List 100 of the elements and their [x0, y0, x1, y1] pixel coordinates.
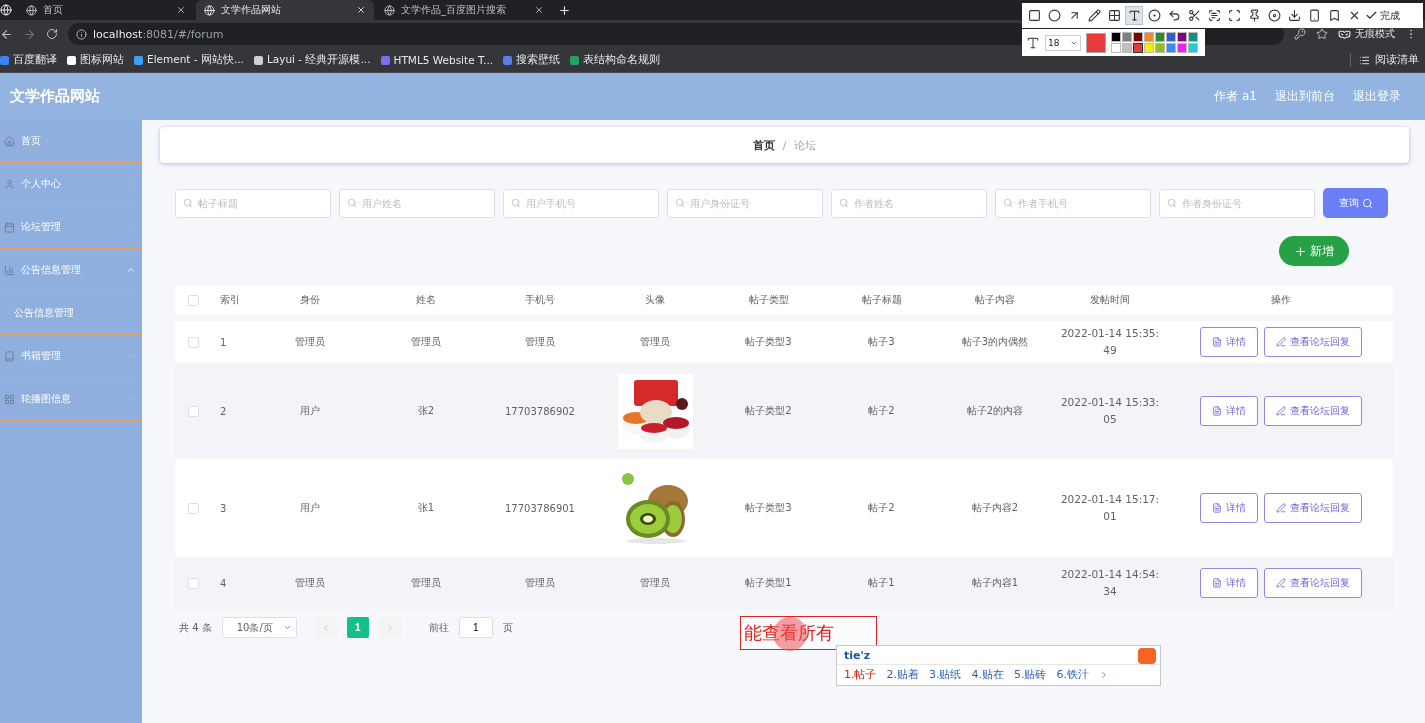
row-checkbox[interactable] [188, 577, 199, 589]
color-swatch[interactable] [1144, 32, 1154, 42]
bookmark-item[interactable]: Layui - 经典开源模... [253, 53, 371, 67]
column-header: 帖子标题 [860, 293, 903, 307]
page-input[interactable]: 1 [458, 617, 493, 638]
color-swatch[interactable] [1111, 43, 1121, 53]
color-swatch[interactable] [1144, 43, 1154, 53]
new-tab-icon[interactable] [558, 3, 571, 17]
table-cell-text: 帖子类型1 [744, 576, 793, 590]
color-swatch[interactable] [1111, 32, 1121, 42]
table-cell-text: 帖子3 [867, 335, 896, 349]
search-field[interactable]: 用户身份证号 [667, 188, 823, 218]
incognito-badge[interactable]: 无痕模式 [1338, 27, 1395, 41]
bookmark-item[interactable]: Element - 网站快... [134, 53, 244, 67]
close-icon[interactable] [176, 5, 186, 15]
key-icon[interactable] [1294, 28, 1306, 40]
color-swatch[interactable] [1133, 32, 1143, 42]
browser-tab[interactable]: 文学作品_百度图片搜索 [376, 0, 552, 20]
color-swatch[interactable] [1166, 32, 1176, 42]
table-cell-text: 3 [219, 502, 228, 514]
table-cell-text: 4 [219, 577, 228, 589]
search-field[interactable]: 作者身份证号 [1159, 188, 1315, 218]
done-button[interactable]: 完成 [1365, 8, 1400, 23]
record-icon[interactable] [1265, 6, 1283, 25]
list-icon [1359, 54, 1370, 66]
view-replies-button[interactable]: 查看论坛回复 [1263, 568, 1362, 598]
ime-candidate[interactable]: 2.贴着 [886, 667, 919, 682]
back-icon[interactable] [0, 27, 13, 41]
column-header: 头像 [644, 293, 666, 307]
bookmark-item[interactable]: 图标网站 [67, 53, 124, 67]
current-color-swatch[interactable] [1086, 32, 1106, 53]
breadcrumb-link[interactable]: 首页 [752, 137, 775, 153]
pencil-icon[interactable] [1085, 6, 1103, 25]
search-field[interactable]: 作者姓名 [831, 188, 987, 218]
details-button[interactable]: 详情 [1199, 568, 1258, 598]
select-all-checkbox[interactable] [188, 294, 199, 306]
bookmark-item[interactable]: HTML5 Website T... [380, 54, 494, 66]
color-swatch[interactable] [1166, 43, 1176, 53]
document-icon [1211, 578, 1222, 588]
table-cell-text: 张1 [416, 501, 436, 515]
color-swatch[interactable] [1177, 43, 1187, 53]
font-size-select[interactable]: 18 [1045, 34, 1081, 51]
bookmark-item[interactable]: 百度翻译 [0, 53, 57, 67]
document-icon [1211, 406, 1222, 416]
page-size-select[interactable]: 10条/页 [221, 617, 297, 638]
close-icon[interactable] [534, 5, 544, 15]
color-swatch[interactable] [1188, 32, 1198, 42]
bookmark-item[interactable]: 表结构命名规则 [570, 53, 661, 67]
color-swatch[interactable] [1122, 32, 1132, 42]
query-button[interactable]: 查询 [1323, 188, 1388, 218]
table-cell-text: 管理员 [294, 335, 326, 349]
ime-candidate[interactable]: 4.贴在 [971, 667, 1004, 682]
details-button[interactable]: 详情 [1199, 396, 1258, 426]
pen-icon [1275, 337, 1286, 347]
table-cell-text: 2022-01-14 15:33:05 [1059, 395, 1161, 427]
add-button[interactable]: 新增 [1279, 236, 1349, 266]
search-field[interactable]: 用户姓名 [339, 188, 495, 218]
book-icon [4, 350, 15, 362]
close-icon[interactable] [356, 5, 366, 15]
search-field[interactable]: 作者手机号 [995, 188, 1151, 218]
details-button[interactable]: 详情 [1199, 493, 1258, 523]
reload-icon[interactable] [46, 28, 58, 40]
ime-logo-icon [1138, 648, 1156, 664]
search-field[interactable]: 用户手机号 [503, 188, 659, 218]
table-cell-text: 17703786902 [504, 405, 576, 417]
browser-tab[interactable]: 文学作品网站 [196, 0, 374, 20]
globe-icon [0, 4, 12, 16]
table-cell-text: 管理员 [524, 335, 556, 349]
forward-icon[interactable] [23, 27, 36, 41]
ime-candidate[interactable]: 1.帖子 [844, 667, 877, 682]
color-swatch[interactable] [1188, 43, 1198, 53]
star-icon[interactable] [1316, 28, 1328, 40]
row-checkbox[interactable] [188, 405, 199, 417]
color-swatch[interactable] [1122, 43, 1132, 53]
ime-candidate[interactable]: 5.贴砖 [1014, 667, 1047, 682]
info-icon [76, 28, 87, 40]
details-button[interactable]: 详情 [1199, 327, 1258, 357]
circle-icon[interactable] [1045, 6, 1063, 25]
bookmark-item[interactable]: 搜索壁纸 [503, 53, 561, 67]
view-replies-button[interactable]: 查看论坛回复 [1263, 327, 1362, 357]
row-checkbox[interactable] [188, 336, 199, 348]
table-cell-text: 帖子类型3 [744, 501, 793, 515]
text-tool-icon[interactable] [1125, 6, 1143, 25]
table-cell-text: 管理员 [524, 576, 556, 590]
view-replies-button[interactable]: 查看论坛回复 [1263, 493, 1362, 523]
document-icon [1211, 503, 1222, 513]
goto-label: 前往 [428, 620, 449, 635]
ime-candidate[interactable]: 3.贴纸 [929, 667, 962, 682]
color-swatch[interactable] [1133, 43, 1143, 53]
color-swatch[interactable] [1155, 32, 1165, 42]
table-cell-text: 管理员 [294, 576, 326, 590]
ime-candidate[interactable]: 6.铁汁 [1056, 667, 1089, 682]
color-swatch[interactable] [1155, 43, 1165, 53]
reading-list-button[interactable]: 阅读清单 [1350, 53, 1419, 67]
view-replies-button[interactable]: 查看论坛回复 [1263, 396, 1362, 426]
row-checkbox[interactable] [188, 502, 199, 514]
sidebar-label: 个人中心 [21, 177, 61, 191]
color-swatch[interactable] [1177, 32, 1187, 42]
browser-tab[interactable]: 首页 [18, 0, 194, 20]
search-field[interactable]: 帖子标题 [175, 188, 331, 218]
